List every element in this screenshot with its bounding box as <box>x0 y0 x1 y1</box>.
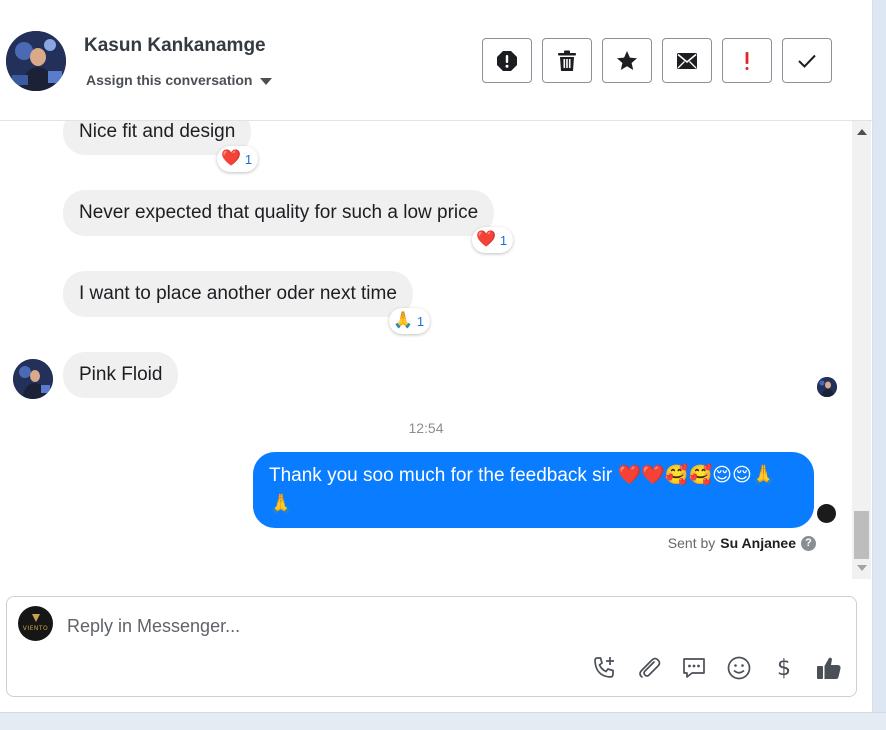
window-bottom-edge <box>0 712 886 730</box>
thumbs-up-icon <box>817 657 841 679</box>
reaction-count: 1 <box>244 151 253 167</box>
reply-composer: VIENTO Reply in Messenger... $ <box>6 596 857 697</box>
star-icon <box>617 50 637 70</box>
contact-avatar[interactable] <box>6 31 66 91</box>
message-timestamp: 12:54 <box>408 420 444 436</box>
emoji-button[interactable] <box>726 655 752 681</box>
assign-label: Assign this conversation <box>86 72 253 88</box>
conversation-panel: Kasun Kankanamge Assign this conversatio… <box>0 0 873 712</box>
help-icon[interactable]: ? <box>801 535 816 551</box>
sender-avatar[interactable] <box>13 359 53 399</box>
window-edge <box>873 0 886 730</box>
scroll-down-arrow-icon[interactable] <box>857 565 867 571</box>
message-reaction[interactable]: ❤️ 1 <box>472 227 514 253</box>
conversation-header: Kasun Kankanamge Assign this conversatio… <box>0 0 873 121</box>
composer-toolbar: $ <box>591 655 842 681</box>
chevron-down-icon <box>260 77 273 85</box>
brand-mark-icon <box>32 614 40 622</box>
sent-by-line: Sent by Su Anjanee ? <box>668 535 816 551</box>
reaction-count: 1 <box>499 232 508 248</box>
scrollbar-thumb[interactable] <box>854 511 869 559</box>
like-button[interactable] <box>816 655 842 681</box>
outgoing-message[interactable]: Thank you soo much for the feedback sir … <box>253 452 814 528</box>
exclamation-icon <box>745 51 749 70</box>
heart-icon: ❤️ <box>221 150 241 167</box>
envelope-icon <box>677 52 697 69</box>
checkmark-icon <box>798 54 816 68</box>
read-receipt-avatar <box>817 377 837 397</box>
message-reaction[interactable]: 🙏 1 <box>389 308 431 334</box>
message-thread[interactable]: Nice fit and design ❤️ 1 Never expected … <box>0 121 852 579</box>
mark-unread-button[interactable] <box>662 38 712 83</box>
incoming-message[interactable]: Never expected that quality for such a l… <box>63 190 495 236</box>
page-brand-avatar: VIENTO <box>18 606 53 641</box>
phone-plus-icon <box>594 657 614 678</box>
sent-by-name: Su Anjanee <box>720 535 796 551</box>
star-button[interactable] <box>602 38 652 83</box>
contact-name[interactable]: Kasun Kankanamge <box>84 35 266 57</box>
incoming-message[interactable]: Pink Floid <box>63 352 179 398</box>
scroll-up-arrow-icon[interactable] <box>857 129 867 135</box>
sent-by-prefix: Sent by <box>667 535 716 551</box>
incoming-message[interactable]: I want to place another oder next time <box>63 271 413 317</box>
thread-scrollbar[interactable] <box>852 121 871 579</box>
assign-conversation-dropdown[interactable]: Assign this conversation <box>86 72 273 88</box>
delete-button[interactable] <box>542 38 592 83</box>
mark-done-button[interactable] <box>782 38 832 83</box>
call-button[interactable] <box>591 655 617 681</box>
page-avatar <box>817 504 836 523</box>
heart-icon: ❤️ <box>476 231 496 248</box>
paperclip-icon <box>639 657 661 678</box>
dollar-icon: $ <box>777 655 791 681</box>
reply-input[interactable] <box>67 612 767 640</box>
attach-button[interactable] <box>636 655 662 681</box>
spam-button[interactable] <box>482 38 532 83</box>
trash-icon <box>558 50 576 71</box>
folded-hands-icon: 🙏 <box>393 312 413 329</box>
saved-replies-icon <box>683 658 705 678</box>
octagon-alert-icon <box>497 50 517 71</box>
smiley-icon <box>727 656 751 680</box>
conversation-actions <box>482 38 832 83</box>
saved-replies-button[interactable] <box>681 655 707 681</box>
reaction-count: 1 <box>416 313 425 329</box>
payment-button[interactable]: $ <box>771 655 797 681</box>
brand-label: VIENTO <box>22 625 49 632</box>
follow-up-button[interactable] <box>722 38 772 83</box>
message-reaction[interactable]: ❤️ 1 <box>217 146 259 172</box>
